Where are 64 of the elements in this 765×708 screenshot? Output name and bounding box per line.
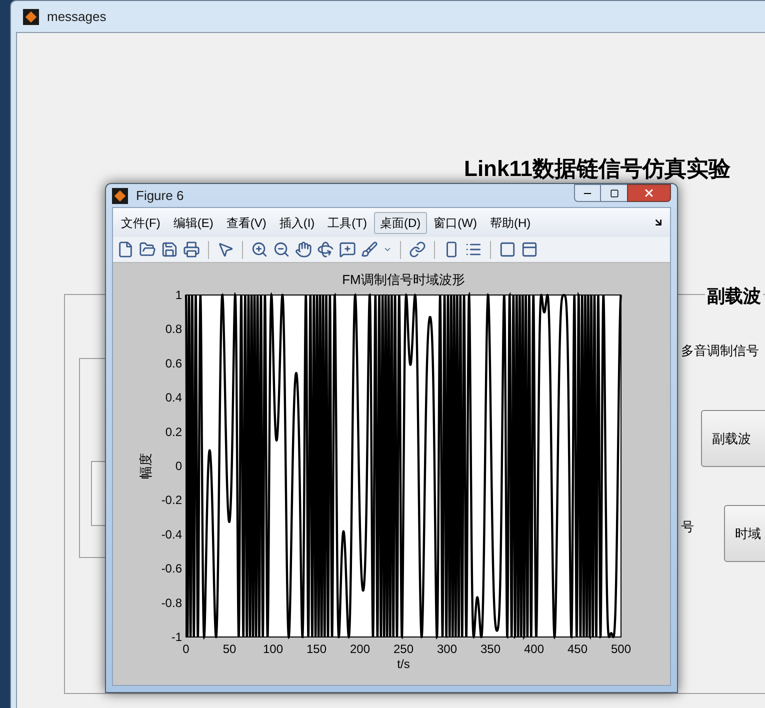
pointer-icon[interactable]: [217, 241, 234, 258]
tick-label: 450: [567, 642, 588, 656]
panel-icon[interactable]: [521, 241, 538, 258]
folder-icon[interactable]: [139, 241, 156, 258]
menu-item[interactable]: 桌面(D): [374, 212, 427, 234]
tick-label: 0.4: [165, 390, 182, 405]
text-box: [91, 461, 106, 526]
tick-label: 300: [436, 642, 458, 656]
rotate-icon[interactable]: [317, 241, 334, 258]
action-button[interactable]: 时域: [724, 505, 765, 562]
tick-label: 200: [350, 642, 370, 656]
square-icon[interactable]: [499, 241, 516, 258]
action-button[interactable]: 副载波: [701, 410, 765, 467]
tick-label: -0.6: [161, 562, 182, 576]
hand-icon[interactable]: [295, 241, 312, 258]
tick-label: 150: [306, 642, 327, 656]
tick-label: 500: [610, 642, 632, 656]
zoom-out-icon[interactable]: [273, 241, 290, 258]
tick-label: 250: [393, 642, 414, 656]
link-icon[interactable]: [409, 241, 426, 258]
tick-label: 0: [182, 642, 190, 656]
tick-label: 1: [175, 288, 182, 302]
tick-label: 350: [480, 642, 501, 656]
plot-title: FM调制信号时域波形: [342, 272, 465, 287]
caret-icon[interactable]: [383, 245, 392, 254]
close-button[interactable]: [627, 184, 671, 202]
tick-label: 0.2: [165, 424, 182, 439]
tick-label: -0.4: [161, 527, 182, 542]
maximize-button[interactable]: [601, 184, 627, 202]
app-logo-icon: [23, 8, 39, 24]
save-icon[interactable]: [161, 241, 178, 258]
data-cursor-icon[interactable]: [339, 241, 356, 258]
menu-item[interactable]: 文件(F): [115, 212, 166, 234]
brush-icon[interactable]: [361, 241, 378, 258]
tick-label: -0.8: [161, 596, 182, 610]
menu-item[interactable]: 帮助(H): [484, 212, 537, 234]
menu-item[interactable]: 插入(I): [273, 212, 321, 234]
tick-label: 400: [524, 642, 544, 656]
printer-icon[interactable]: [183, 241, 200, 258]
menu-item[interactable]: 工具(T): [322, 212, 373, 234]
tick-label: -1: [171, 630, 182, 644]
tick-label: -0.2: [161, 493, 182, 508]
signal-label: 号: [681, 518, 694, 536]
maximize-icon: [610, 188, 618, 198]
tick-label: 0.8: [165, 322, 182, 336]
menu-item[interactable]: 窗口(W): [428, 212, 483, 234]
tick-label: 100: [262, 642, 284, 656]
tick-label: 0: [175, 459, 182, 473]
tick-label: 50: [222, 642, 236, 656]
app-logo-icon: [112, 188, 128, 204]
close-icon: [643, 187, 655, 199]
axis-label: 幅度: [138, 453, 153, 479]
menu-item[interactable]: 查看(V): [220, 212, 272, 234]
dock-icon[interactable]: [653, 217, 664, 228]
window-title: Figure 6: [136, 186, 184, 205]
legend-icon[interactable]: [465, 241, 482, 258]
menu-item[interactable]: 编辑(E): [167, 212, 220, 234]
tick-label: 0.6: [165, 356, 182, 370]
window-title: messages: [47, 8, 106, 26]
axis-label: t/s: [397, 657, 410, 671]
zoom-in-icon[interactable]: [251, 241, 268, 258]
page-heading: Link11数据链信号仿真实验: [464, 155, 730, 183]
new-file-icon[interactable]: [117, 241, 134, 258]
signal-label: 多音调制信号: [681, 342, 759, 360]
